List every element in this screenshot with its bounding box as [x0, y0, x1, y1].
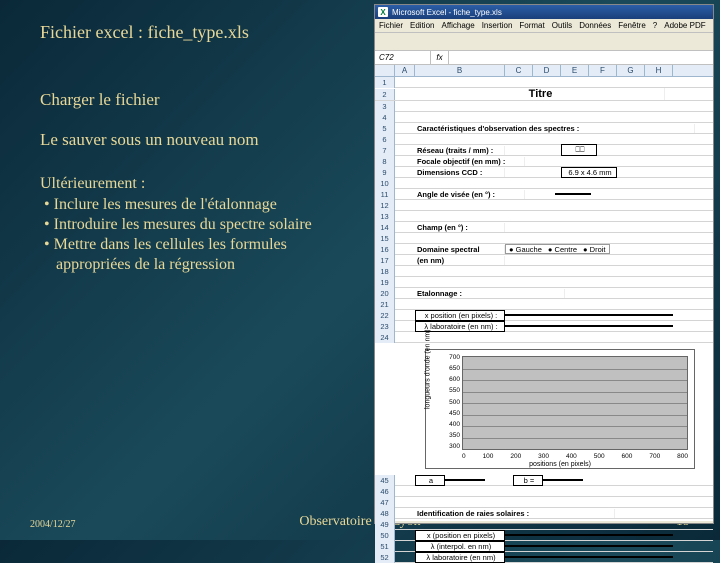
- radio-option[interactable]: Gauche: [509, 245, 542, 254]
- col-head[interactable]: F: [589, 65, 617, 76]
- cell-label[interactable]: x position (en pixels) :: [415, 310, 505, 321]
- cell-section[interactable]: Identification de raies solaires :: [415, 509, 615, 518]
- spectral-domain-radio[interactable]: Gauche Centre Droit: [505, 244, 610, 254]
- cell-label[interactable]: Angle de visée (en °) :: [415, 190, 525, 199]
- excel-menubar[interactable]: Fichier Edition Affichage Insertion Form…: [375, 19, 713, 33]
- cell-label[interactable]: Réseau (traits / mm) :: [415, 146, 505, 155]
- name-box[interactable]: C72: [375, 51, 431, 64]
- cell-label[interactable]: Dimensions CCD :: [415, 168, 505, 177]
- excel-sheet[interactable]: A B C D E F G H 1 2Titre 3 4 5Caractéris…: [375, 65, 713, 521]
- select-all-corner[interactable]: [375, 65, 395, 76]
- excel-titlebar[interactable]: X Microsoft Excel - fiche_type.xls: [375, 5, 713, 19]
- col-head[interactable]: C: [505, 65, 533, 76]
- calibration-chart[interactable]: longueurs d'onde (en nm) 700650600550500…: [425, 349, 695, 469]
- cell-label[interactable]: λ laboratoire (en nm): [415, 552, 505, 563]
- slide-later-item: Introduire les mesures du spectre solair…: [40, 215, 360, 235]
- menu-item[interactable]: Insertion: [482, 21, 513, 30]
- col-head[interactable]: D: [533, 65, 561, 76]
- cell-value[interactable]: [555, 193, 591, 195]
- chart-xticks: 0100200300400500600700800: [462, 453, 688, 460]
- col-head[interactable]: A: [395, 65, 415, 76]
- cell-label[interactable]: Domaine spectral: [415, 245, 505, 254]
- menu-item[interactable]: Edition: [410, 21, 434, 30]
- col-head[interactable]: H: [645, 65, 673, 76]
- excel-window: X Microsoft Excel - fiche_type.xls Fichi…: [374, 4, 714, 524]
- cell-section[interactable]: Etalonnage :: [415, 289, 565, 298]
- excel-title-text: Microsoft Excel - fiche_type.xls: [392, 8, 502, 17]
- cell-title[interactable]: Titre: [415, 88, 665, 100]
- col-head[interactable]: E: [561, 65, 589, 76]
- chart-ylabel: longueurs d'onde (en nm): [425, 329, 432, 409]
- slide-later-item: Mettre dans les cellules les formules ap…: [40, 235, 360, 275]
- menu-item[interactable]: Adobe PDF: [664, 21, 705, 30]
- excel-app-icon: X: [378, 7, 388, 17]
- cell-value[interactable]: 6.9 x 4.6 mm: [561, 167, 617, 178]
- menu-item[interactable]: Données: [579, 21, 611, 30]
- slide-load-instruction: Charger le fichier: [40, 90, 160, 110]
- menu-item[interactable]: Format: [519, 21, 544, 30]
- cell-label[interactable]: Focale objectif (en mm) :: [415, 157, 525, 166]
- excel-formulabar[interactable]: C72 fx: [375, 51, 713, 65]
- menu-item[interactable]: ?: [653, 21, 657, 30]
- cell-label[interactable]: x (position en pixels): [415, 530, 505, 541]
- radio-option[interactable]: Centre: [548, 245, 577, 254]
- slide-saveas-instruction: Le sauver sous un nouveau nom: [40, 130, 259, 150]
- col-head[interactable]: B: [415, 65, 505, 76]
- menu-item[interactable]: Outils: [552, 21, 572, 30]
- slide-title: Fichier excel : fiche_type.xls: [40, 22, 249, 43]
- footer-date: 2004/12/27: [30, 519, 76, 530]
- slide-later-item: Inclure les mesures de l'étalonnage: [40, 195, 360, 215]
- chart-xlabel: positions (en pixels): [426, 461, 694, 468]
- cell-section[interactable]: Caractéristiques d'observation des spect…: [415, 124, 695, 133]
- slide-later-heading: Ultérieurement :: [40, 175, 360, 193]
- menu-item[interactable]: Affichage: [441, 21, 474, 30]
- excel-toolbar[interactable]: [375, 33, 713, 51]
- col-head[interactable]: G: [617, 65, 645, 76]
- slide-later-block: Ultérieurement : Inclure les mesures de …: [40, 175, 360, 275]
- cell-label[interactable]: (en nm): [415, 256, 505, 265]
- menu-item[interactable]: Fichier: [379, 21, 403, 30]
- cell-label[interactable]: Champ (en °) :: [415, 223, 505, 232]
- cell-label[interactable]: λ (interpol. en nm): [415, 541, 505, 552]
- chart-plot-area: [462, 356, 688, 450]
- radio-option[interactable]: Droit: [583, 245, 605, 254]
- menu-item[interactable]: Fenêtre: [618, 21, 646, 30]
- fx-icon[interactable]: fx: [431, 51, 449, 64]
- cell-value[interactable]: ⎕⎕: [561, 144, 597, 156]
- chart-yticks: 700650600550500450400350300: [442, 354, 460, 450]
